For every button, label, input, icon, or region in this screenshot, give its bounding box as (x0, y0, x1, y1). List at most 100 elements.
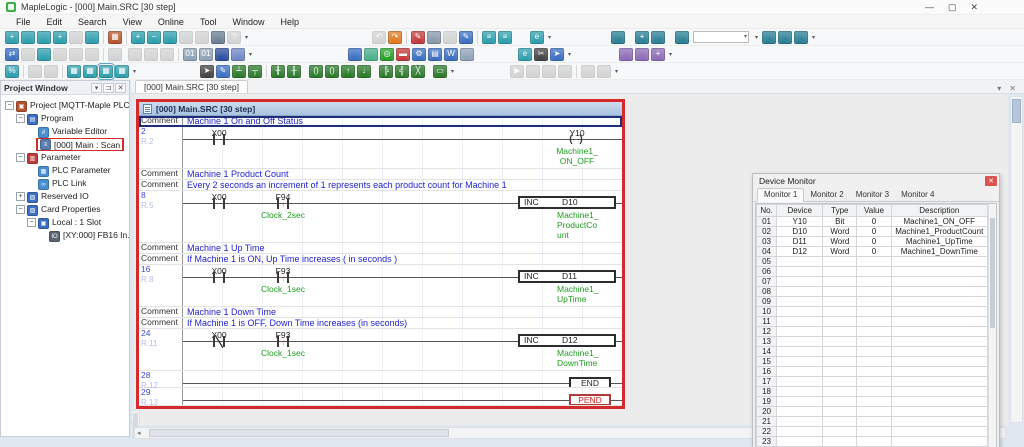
online-run-button[interactable] (762, 31, 776, 44)
grid-view-4-button[interactable]: ▦ (115, 65, 129, 78)
toolbar-overflow-icon[interactable]: ▾ (669, 51, 672, 58)
close-button[interactable]: ✕ (970, 2, 978, 13)
description-cell[interactable] (891, 277, 987, 287)
edit-element-button[interactable]: ✎ (216, 65, 230, 78)
plc-read-button[interactable] (611, 31, 625, 44)
paste-device-button[interactable] (635, 48, 649, 61)
monitor-row-22[interactable]: 22 (757, 427, 988, 437)
tree-item-project-mqtt-maple-plc-sample[interactable]: −▣Project [MQTT-Maple PLC Sample] (3, 99, 129, 112)
device-cell[interactable]: D10 (777, 227, 823, 237)
cut-tool-button[interactable]: ✂ (534, 48, 548, 61)
tree-expander-icon[interactable]: − (16, 205, 25, 214)
toolbar-overflow-icon[interactable]: ▾ (755, 34, 758, 41)
monitor-row-20[interactable]: 20 (757, 407, 988, 417)
description-cell[interactable] (891, 337, 987, 347)
comment-row[interactable]: CommentIf Machine 1 is OFF, Down Time in… (139, 318, 622, 329)
device-cell[interactable] (777, 267, 823, 277)
device-monitor-scroll-thumb[interactable] (990, 218, 995, 328)
delete-device-button[interactable] (619, 48, 633, 61)
device-cell[interactable] (777, 397, 823, 407)
value-cell[interactable] (857, 307, 891, 317)
description-cell[interactable] (891, 387, 987, 397)
flash-write-button[interactable]: ➤ (550, 48, 564, 61)
io-monitor-1-button[interactable]: 01 (183, 48, 197, 61)
menu-help[interactable]: Help (272, 17, 307, 27)
monitor-row-23[interactable]: 23 (757, 437, 988, 447)
redo-button[interactable]: ↷ (388, 31, 402, 44)
save-project-button[interactable] (85, 31, 99, 44)
monitor-row-10[interactable]: 10 (757, 307, 988, 317)
value-cell[interactable] (857, 367, 891, 377)
device-cell[interactable] (777, 357, 823, 367)
rung-canvas[interactable]: X00F93↑Clock_1secINCD12Machine1_ DownTim… (183, 329, 622, 370)
contact-no-tool-button[interactable]: ╂ (271, 65, 285, 78)
type-cell[interactable] (823, 357, 857, 367)
horizontal-scroll-thumb[interactable] (149, 429, 449, 437)
type-cell[interactable]: Bit (823, 217, 857, 227)
tree-item-xy-000-fb16-in-o[interactable]: IO[XY:000] FB16 In.O (3, 229, 129, 242)
draw-branch-button[interactable]: ┬ (248, 65, 262, 78)
tree-item-program[interactable]: −▤Program (3, 112, 129, 125)
device-cell[interactable] (777, 337, 823, 347)
comment-row[interactable]: CommentMachine 1 On and Off Status (139, 116, 622, 127)
type-cell[interactable] (823, 267, 857, 277)
delete-program-button[interactable]: − (147, 31, 161, 44)
monitor-row-18[interactable]: 18 (757, 387, 988, 397)
rung-canvas[interactable]: X00F93↑Clock_1secINCD11Machine1_ UpTime (183, 265, 622, 306)
description-cell[interactable] (891, 427, 987, 437)
coil-set-tool-button[interactable]: () (325, 65, 339, 78)
value-cell[interactable]: 0 (857, 237, 891, 247)
contact-no-symbol[interactable] (213, 198, 225, 209)
rung-row-step-2[interactable]: 2R.2X00Y10( )Machine1_ ON_OFF (139, 127, 622, 169)
tree-expander-icon[interactable]: − (27, 218, 36, 227)
value-cell[interactable] (857, 417, 891, 427)
description-cell[interactable] (891, 437, 987, 447)
device-cell[interactable] (777, 257, 823, 267)
rung-row-step-24[interactable]: 24R.11X00F93↑Clock_1secINCD12Machine1_ D… (139, 329, 622, 371)
description-cell[interactable] (891, 377, 987, 387)
type-cell[interactable]: Word (823, 247, 857, 257)
check-program-button[interactable]: ✎ (411, 31, 425, 44)
toolbar-overflow-icon[interactable]: ▾ (568, 51, 571, 58)
export-doc-button[interactable]: e (530, 31, 544, 44)
transfer-setup-button[interactable]: ⇄ (5, 48, 19, 61)
value-cell[interactable] (857, 387, 891, 397)
device-cell[interactable] (777, 307, 823, 317)
comment-row[interactable]: CommentEvery 2 seconds an increment of 1… (139, 180, 622, 191)
delete-line-tool-button[interactable]: ╳ (411, 65, 425, 78)
monitor-row-09[interactable]: 09 (757, 297, 988, 307)
toolbar-overflow-icon[interactable]: ▾ (548, 34, 551, 41)
grid-view-1-button[interactable]: ▦ (67, 65, 81, 78)
monitor-row-14[interactable]: 14 (757, 347, 988, 357)
device-cell[interactable]: D11 (777, 237, 823, 247)
value-cell[interactable] (857, 267, 891, 277)
zoom-percent-button[interactable]: % (5, 65, 19, 78)
grid-view-3-button[interactable]: ▦ (99, 65, 113, 78)
device-cell[interactable] (777, 317, 823, 327)
rung-canvas[interactable]: X00F94↑Clock_2secINCD10Machine1_ Product… (183, 191, 622, 242)
draw-line-button[interactable]: ┴ (232, 65, 246, 78)
rising-edge-tool-button[interactable]: ↑ (341, 65, 355, 78)
monitor-tab-2[interactable]: Monitor 2 (804, 189, 849, 201)
type-cell[interactable] (823, 297, 857, 307)
toolbar-overflow-icon[interactable]: ▾ (245, 34, 248, 41)
description-cell[interactable] (891, 417, 987, 427)
description-cell[interactable] (891, 357, 987, 367)
description-cell[interactable]: Machine1_ON_OFF (891, 217, 987, 227)
monitor-row-07[interactable]: 07 (757, 277, 988, 287)
output-coil-symbol[interactable]: ( ) (569, 134, 584, 145)
comment-row[interactable]: CommentIf Machine 1 is ON, Up Time incre… (139, 254, 622, 265)
online-status-button[interactable]: ◎ (380, 48, 394, 61)
scroll-left-arrow-icon[interactable]: ◂ (137, 429, 141, 437)
monitor-row-15[interactable]: 15 (757, 357, 988, 367)
menu-window[interactable]: Window (224, 17, 272, 27)
device-cell[interactable] (777, 427, 823, 437)
tree-expander-icon[interactable]: + (16, 192, 25, 201)
description-cell[interactable] (891, 297, 987, 307)
device-cell[interactable] (777, 287, 823, 297)
device-list-button[interactable]: ≡ (498, 31, 512, 44)
instruction-box-inc[interactable]: INCD10 (518, 196, 616, 209)
description-cell[interactable] (891, 407, 987, 417)
device-cell[interactable] (777, 387, 823, 397)
value-cell[interactable] (857, 287, 891, 297)
